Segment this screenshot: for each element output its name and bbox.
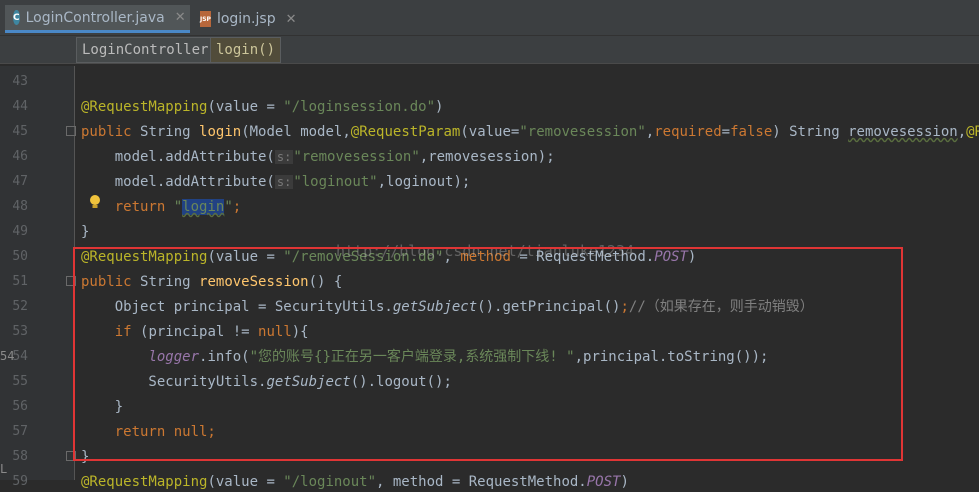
code-token: "/loginsession.do": [283, 99, 436, 115]
code-token: (value =: [207, 474, 284, 490]
breadcrumb-class[interactable]: LoginController: [76, 37, 215, 63]
line-number: 44: [12, 99, 28, 114]
code-token: ,: [645, 124, 655, 140]
close-icon[interactable]: ✕: [175, 10, 186, 25]
line-number: 52: [12, 299, 28, 314]
line-number: 59: [12, 474, 28, 489]
tab-label: LoginController.java: [25, 9, 165, 26]
code-token: POST: [586, 474, 621, 490]
parameter-hint: s:: [274, 175, 294, 189]
lightbulb-icon[interactable]: [88, 194, 102, 210]
line-number: 48: [12, 199, 28, 214]
code-line[interactable]: model.addAttribute(s: "removesession",rem…: [81, 147, 555, 167]
code-token: ": [173, 199, 183, 215]
code-token: (value =: [207, 99, 284, 115]
line-number: 51: [12, 274, 28, 289]
line-number: 46: [12, 149, 28, 164]
code-token: public: [81, 124, 141, 140]
code-token: model.addAttribute(: [81, 149, 275, 165]
code-token: (Model model,: [241, 124, 351, 140]
fold-marker-icon[interactable]: [66, 126, 76, 136]
code-token: login: [182, 199, 225, 215]
code-line[interactable]: return "login";: [81, 197, 241, 217]
tab-login-jsp[interactable]: JSP login.jsp ✕: [192, 5, 302, 33]
code-token: @RequestMapping: [81, 99, 208, 115]
breadcrumb-method[interactable]: login(): [210, 37, 282, 63]
code-token: (value=: [460, 124, 520, 140]
code-token: "loginout": [293, 174, 378, 190]
breadcrumb: LoginController login(): [0, 36, 979, 64]
code-token: ;: [232, 199, 242, 215]
code-line[interactable]: public String login(Model model,@Request…: [81, 122, 979, 142]
jsp-file-icon: JSP: [200, 11, 211, 27]
code-token: @RequestMapping: [81, 474, 208, 490]
code-token: login: [199, 124, 242, 140]
line-number: 49: [12, 224, 28, 239]
line-number: 57: [12, 424, 28, 439]
line-number: 54: [12, 349, 28, 364]
code-token: ) String: [772, 124, 849, 140]
code-token: =: [721, 124, 731, 140]
code-token: ): [435, 99, 444, 115]
code-line[interactable]: model.addAttribute(s: "loginout",loginout…: [81, 172, 471, 192]
code-token: ": [224, 199, 233, 215]
code-token: "/loginout": [283, 474, 377, 490]
tab-login-controller[interactable]: C LoginController.java ✕: [5, 5, 190, 33]
code-token: required: [654, 124, 722, 140]
line-number: 50: [12, 249, 28, 264]
code-line[interactable]: }: [81, 222, 89, 242]
line-number: 47: [12, 174, 28, 189]
code-token: ): [620, 474, 629, 490]
code-token: model.addAttribute(: [81, 174, 275, 190]
parameter-hint: s:: [274, 150, 294, 164]
code-token: ,removesession);: [419, 149, 555, 165]
code-token: @Req: [966, 124, 979, 140]
code-token: removesession: [848, 124, 958, 140]
line-number: 58: [12, 449, 28, 464]
code-token: "removesession": [519, 124, 646, 140]
tab-label: login.jsp: [216, 11, 276, 27]
code-token: ,: [957, 124, 967, 140]
code-token: ,loginout);: [377, 174, 471, 190]
code-line[interactable]: @RequestMapping(value = "/loginsession.d…: [81, 97, 443, 117]
line-number: 45: [12, 124, 28, 139]
code-token: "removesession": [293, 149, 420, 165]
editor-tab-bar: C LoginController.java ✕ JSP login.jsp ✕: [0, 0, 979, 36]
line-number: 56: [12, 399, 28, 414]
line-number: 43: [12, 74, 28, 89]
code-token: false: [730, 124, 773, 140]
line-number: 53: [12, 324, 28, 339]
code-token: @RequestParam: [350, 124, 461, 140]
close-icon[interactable]: ✕: [286, 12, 297, 27]
highlight-box: [73, 247, 903, 461]
code-line[interactable]: @RequestMapping(value = "/loginout", met…: [81, 472, 629, 492]
line-number: 55: [12, 374, 28, 389]
code-token: , method = RequestMethod.: [376, 474, 587, 490]
java-class-icon: C: [13, 10, 20, 25]
code-token: String: [140, 124, 200, 140]
code-token: }: [81, 224, 90, 240]
